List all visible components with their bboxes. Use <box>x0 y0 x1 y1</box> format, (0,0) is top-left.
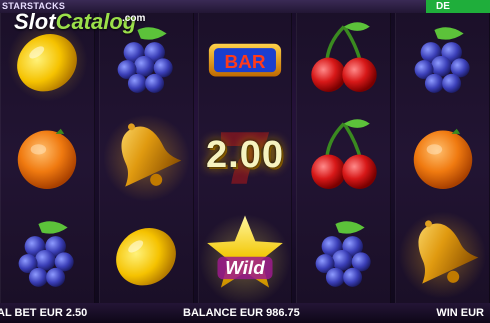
balance-label: BALANCE EUR 986.75 <box>183 307 300 319</box>
lemon-icon <box>100 207 193 303</box>
wild-star-icon: Wild <box>199 207 292 303</box>
reel-5 <box>395 13 490 303</box>
slot-game-screen: STARSTACKS DE BAR Wild SlotCatalog .com … <box>0 0 490 323</box>
slotcatalog-watermark: SlotCatalog .com <box>14 9 145 35</box>
orange-icon <box>396 110 489 206</box>
demo-mode-button[interactable]: DE <box>426 0 490 14</box>
watermark-part1: Slot <box>14 9 56 34</box>
bottom-bar: AL BET EUR 2.50 BALANCE EUR 986.75 WIN E… <box>0 303 490 323</box>
bell-icon <box>396 207 489 303</box>
win-amount-display: 2.00 <box>206 134 284 176</box>
bar-label: BAR <box>225 52 266 73</box>
reel-1 <box>0 13 95 303</box>
cherries-icon <box>297 13 390 109</box>
grapes-icon <box>1 207 94 303</box>
orange-icon <box>1 110 94 206</box>
watermark-suffix: .com <box>122 13 146 24</box>
bar-symbol: BAR <box>199 13 292 109</box>
win-label: WIN EUR <box>436 307 484 319</box>
total-bet-label: AL BET EUR 2.50 <box>0 307 88 319</box>
wild-label: Wild <box>225 258 265 279</box>
grapes-icon <box>297 207 390 303</box>
grapes-icon <box>396 13 489 109</box>
